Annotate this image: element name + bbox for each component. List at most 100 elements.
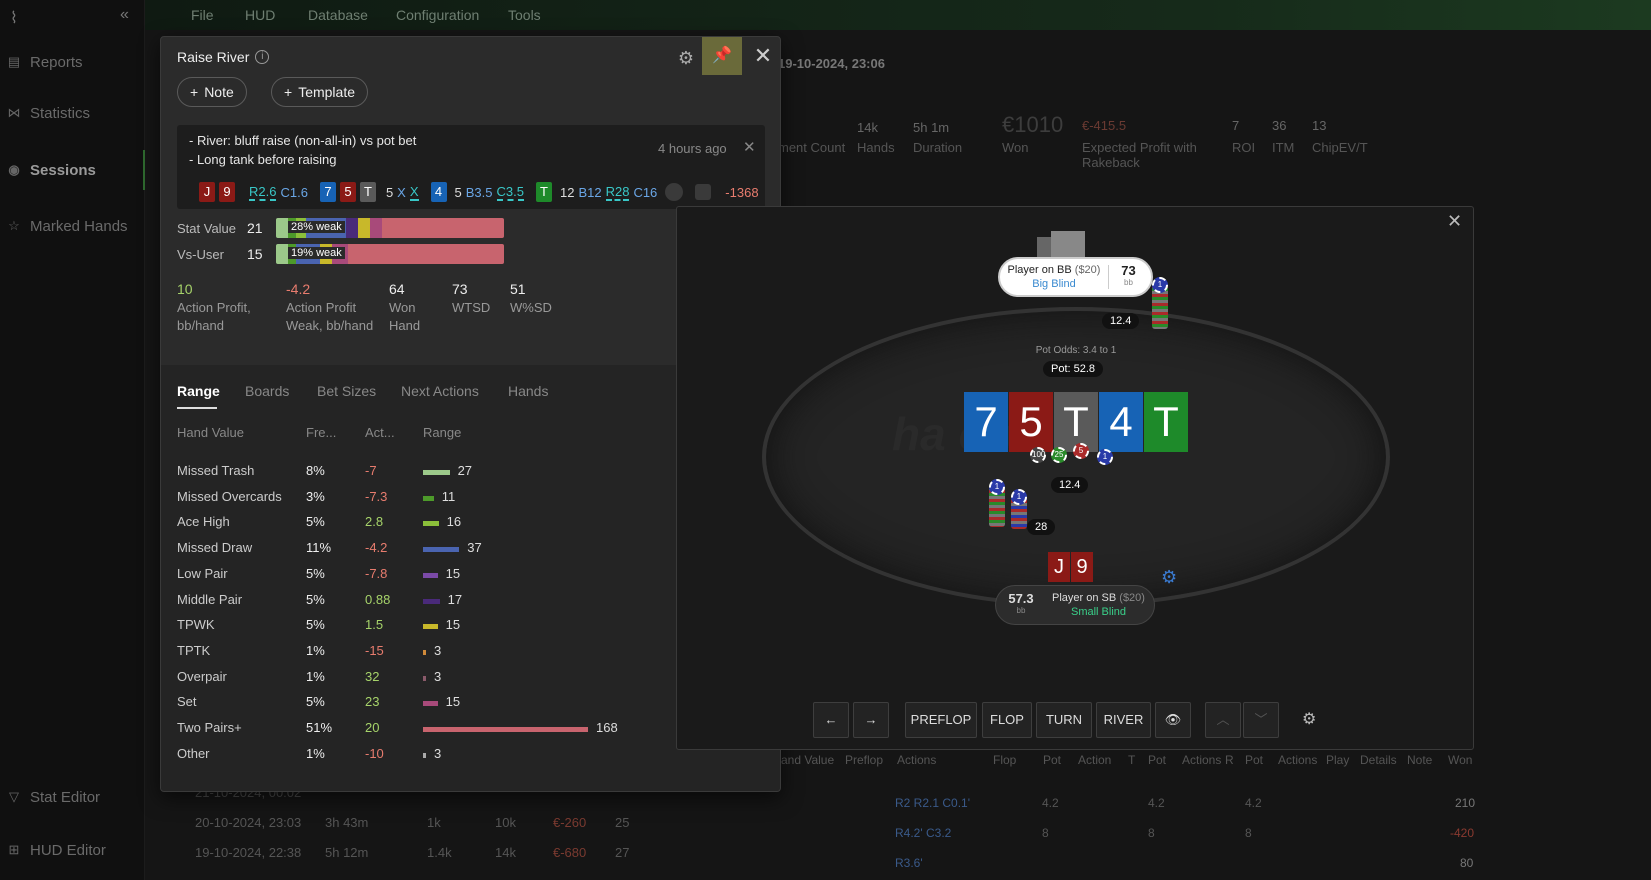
range-row[interactable]: Set 5% 23 15: [177, 694, 737, 716]
range-row-frequency: 5%: [306, 617, 325, 633]
range-row-bar: [423, 547, 460, 553]
expected-label: Expected Profit with Rakeback: [1082, 140, 1197, 170]
menu-configuration[interactable]: Configuration: [396, 7, 479, 23]
seat-sb[interactable]: 57.3 bb Player on SB ($20) Small Blind: [995, 585, 1155, 625]
hand-row-won: 210: [1455, 796, 1476, 810]
info-icon[interactable]: i: [255, 50, 270, 64]
replayer-settings-icon[interactable]: ⚙: [1302, 709, 1316, 729]
flop-button[interactable]: FLOP: [982, 702, 1032, 738]
stat-value-number: 21: [247, 220, 263, 236]
range-row-action: -15: [365, 642, 384, 658]
scroll-up-button[interactable]: ︿: [1205, 702, 1241, 738]
tab-boards[interactable]: Boards: [245, 383, 289, 399]
sidebar-item-sessions[interactable]: ◉ Sessions: [6, 158, 96, 182]
hands-col-hand-value: and Value: [781, 753, 835, 767]
sb-stack: 57.3: [1008, 591, 1034, 606]
tab-bet-sizes[interactable]: Bet Sizes: [317, 383, 376, 399]
river-action: B12: [578, 184, 602, 200]
add-template-button[interactable]: + Template: [271, 77, 368, 107]
col-range[interactable]: Range: [423, 425, 461, 440]
sidebar-item-reports[interactable]: ▤ Reports: [6, 50, 83, 74]
menu-tools[interactable]: Tools: [508, 7, 541, 23]
board-card: 7: [964, 392, 1008, 452]
scroll-down-button[interactable]: ﹀: [1243, 702, 1279, 738]
hands-col-turn-pot: Pot: [1148, 753, 1167, 767]
range-row[interactable]: Missed Trash 8% -7 27: [177, 463, 737, 485]
col-frequency[interactable]: Fre...: [306, 425, 336, 440]
sidebar-item-hud-editor[interactable]: ⊞ HUD Editor: [6, 838, 106, 862]
session-row-date[interactable]: 20-10-2024, 23:03: [195, 815, 301, 830]
range-row-name: TPWK: [177, 617, 215, 633]
hole-card: J: [199, 182, 215, 202]
sidebar-item-statistics[interactable]: ⋈ Statistics: [6, 101, 91, 125]
range-row[interactable]: Low Pair 5% -7.8 15: [177, 566, 737, 588]
range-row[interactable]: Other 1% -10 3: [177, 746, 737, 768]
gear-icon[interactable]: ⚙: [673, 45, 699, 71]
menu-database[interactable]: Database: [308, 7, 368, 23]
range-row-count: 3: [434, 745, 442, 761]
roi-value: 7: [1232, 118, 1240, 133]
range-row[interactable]: TPWK 5% 1.5 15: [177, 617, 737, 639]
bb-player-name: Player on BB: [1007, 264, 1072, 276]
hand-row-preflop: R3.6': [895, 856, 923, 870]
hands-col-flop: Flop: [993, 753, 1017, 767]
session-row-hands: 10k: [495, 815, 516, 830]
delete-note-icon[interactable]: ✕: [743, 138, 756, 156]
stat-value-bar: 28% weak: [276, 218, 504, 238]
bb-stack: 73: [1121, 263, 1136, 278]
sidebar-item-marked-hands[interactable]: ☆ Marked Hands: [6, 214, 127, 238]
kpi-wsd-value: 51: [510, 281, 526, 297]
expected-value: €-415.5: [1082, 118, 1127, 133]
details-icon[interactable]: [695, 184, 712, 200]
sidebar-item-stat-editor[interactable]: ▽ Stat Editor: [6, 785, 100, 809]
kpi-action-profit-weak-value: -4.2: [286, 281, 311, 297]
seat-bb[interactable]: Player on BB ($20) Big Blind 73 bb: [998, 257, 1153, 297]
collapse-sidebar-icon[interactable]: «: [120, 6, 129, 24]
col-action[interactable]: Act...: [365, 425, 395, 440]
hand-row-flop-pot: 8: [1042, 826, 1049, 840]
show-cards-button[interactable]: 👁: [1155, 702, 1191, 738]
range-row-name: Middle Pair: [177, 591, 243, 607]
chipev-value: 13: [1312, 118, 1327, 133]
session-row-count: 1k: [427, 815, 441, 830]
play-hand-icon[interactable]: [665, 183, 684, 201]
turn-button[interactable]: TURN: [1036, 702, 1092, 738]
stat-value-weak-label: 28% weak: [288, 221, 345, 233]
add-note-button[interactable]: + Note: [177, 77, 247, 107]
tab-range[interactable]: Range: [177, 383, 220, 399]
turn-action: B3.5: [465, 184, 493, 200]
range-row-bar: [423, 675, 426, 681]
range-row[interactable]: TPTK 1% -15 3: [177, 643, 737, 665]
range-row-action: -7.3: [365, 488, 388, 504]
range-row[interactable]: Missed Draw 11% -4.2 37: [177, 540, 737, 562]
hands-col-details: Details: [1360, 753, 1397, 767]
stat-value-label: Stat Value: [177, 221, 237, 236]
range-row[interactable]: Ace High 5% 2.8 16: [177, 514, 737, 536]
menu-hud[interactable]: HUD: [245, 7, 275, 23]
close-replayer-icon[interactable]: ✕: [1447, 211, 1462, 232]
tab-hands[interactable]: Hands: [508, 383, 548, 399]
range-row[interactable]: Missed Overcards 3% -7.3 11: [177, 489, 737, 511]
range-row[interactable]: Middle Pair 5% 0.88 17: [177, 592, 737, 614]
kpi-wtsd-label: WTSD: [452, 300, 491, 315]
river-button[interactable]: RIVER: [1096, 702, 1151, 738]
range-row-bar: [423, 752, 426, 758]
sb-bet-amount: 28: [1027, 519, 1056, 535]
river-action: R28: [605, 183, 630, 201]
preflop-button[interactable]: PREFLOP: [905, 702, 977, 738]
session-row-date[interactable]: 19-10-2024, 22:38: [195, 845, 301, 860]
hands-col-turn-actions: Actions: [1182, 753, 1222, 767]
prev-street-button[interactable]: ←: [813, 702, 849, 738]
bb-stake: ($20): [1074, 264, 1101, 276]
hud-icon: ⊞: [8, 842, 20, 857]
close-icon[interactable]: ✕: [748, 41, 778, 71]
range-row[interactable]: Overpair 1% 32 3: [177, 669, 737, 691]
range-row-count: 37: [467, 540, 482, 556]
menu-file[interactable]: File: [191, 7, 214, 23]
range-row-frequency: 1%: [306, 745, 325, 761]
next-street-button[interactable]: →: [853, 702, 889, 738]
col-hand-value[interactable]: Hand Value: [177, 425, 244, 440]
range-row[interactable]: Two Pairs+ 51% 20 168: [177, 720, 737, 742]
pin-icon[interactable]: 📌: [702, 37, 742, 75]
tab-next-actions[interactable]: Next Actions: [401, 383, 479, 399]
